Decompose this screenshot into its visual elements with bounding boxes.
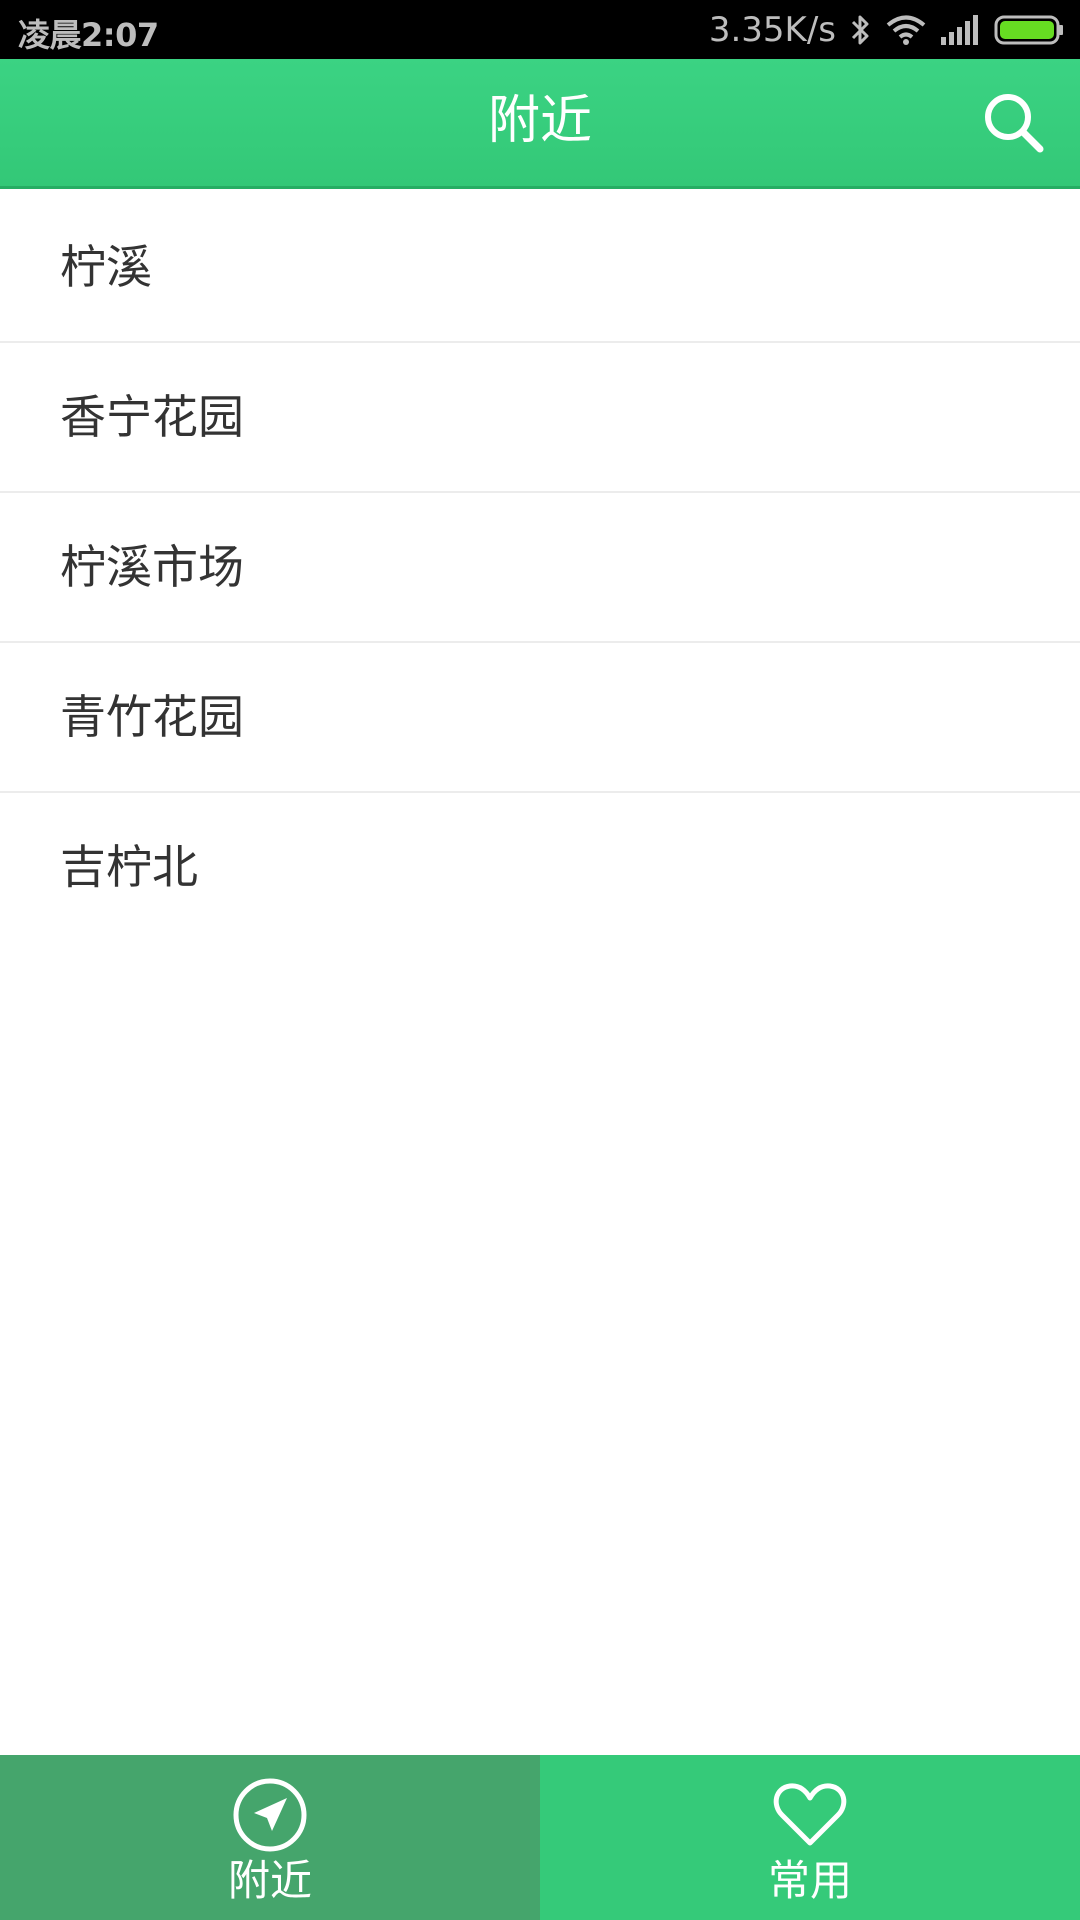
search-button[interactable] bbox=[978, 89, 1050, 161]
list-item-label: 青竹花园 bbox=[60, 690, 244, 744]
list-item[interactable]: 柠溪 bbox=[0, 193, 1080, 343]
status-bar: 凌晨2:07 3.35K/s bbox=[0, 0, 1080, 59]
list-item-label: 柠溪 bbox=[60, 240, 152, 294]
wifi-icon bbox=[886, 14, 926, 46]
list-item-label: 香宁花园 bbox=[60, 390, 244, 444]
list-item[interactable]: 香宁花园 bbox=[0, 343, 1080, 493]
search-icon bbox=[982, 91, 1046, 159]
battery-icon bbox=[994, 14, 1064, 46]
list-item-label: 柠溪市场 bbox=[60, 540, 244, 594]
list-item[interactable]: 柠溪市场 bbox=[0, 493, 1080, 643]
tab-favorites-label: 常用 bbox=[767, 1856, 852, 1905]
page-title: 附近 bbox=[487, 91, 592, 151]
tab-nearby[interactable]: 附近 bbox=[0, 1755, 540, 1920]
status-icons: 3.35K/s bbox=[709, 8, 1064, 52]
tab-favorites[interactable]: 常用 bbox=[540, 1755, 1080, 1920]
nearby-place-list: 柠溪 香宁花园 柠溪市场 青竹花园 吉柠北 bbox=[0, 193, 1080, 941]
app-header: 附近 bbox=[0, 59, 1080, 189]
bottom-nav: 附近 常用 bbox=[0, 1755, 1080, 1920]
network-speed: 3.35K/s bbox=[708, 10, 836, 50]
list-item[interactable]: 吉柠北 bbox=[0, 793, 1080, 941]
tab-nearby-label: 附近 bbox=[227, 1856, 312, 1905]
bluetooth-icon bbox=[850, 13, 872, 47]
signal-icon bbox=[940, 15, 980, 45]
app-screen: 凌晨2:07 3.35K/s 附近 柠溪 香宁花园 柠溪市场 青竹花园 吉柠北 … bbox=[0, 0, 1080, 1920]
list-item[interactable]: 青竹花园 bbox=[0, 643, 1080, 793]
list-item-label: 吉柠北 bbox=[60, 840, 198, 894]
navigation-arrow-icon bbox=[230, 1775, 310, 1855]
status-time: 凌晨2:07 bbox=[18, 16, 159, 54]
heart-icon bbox=[770, 1775, 850, 1855]
